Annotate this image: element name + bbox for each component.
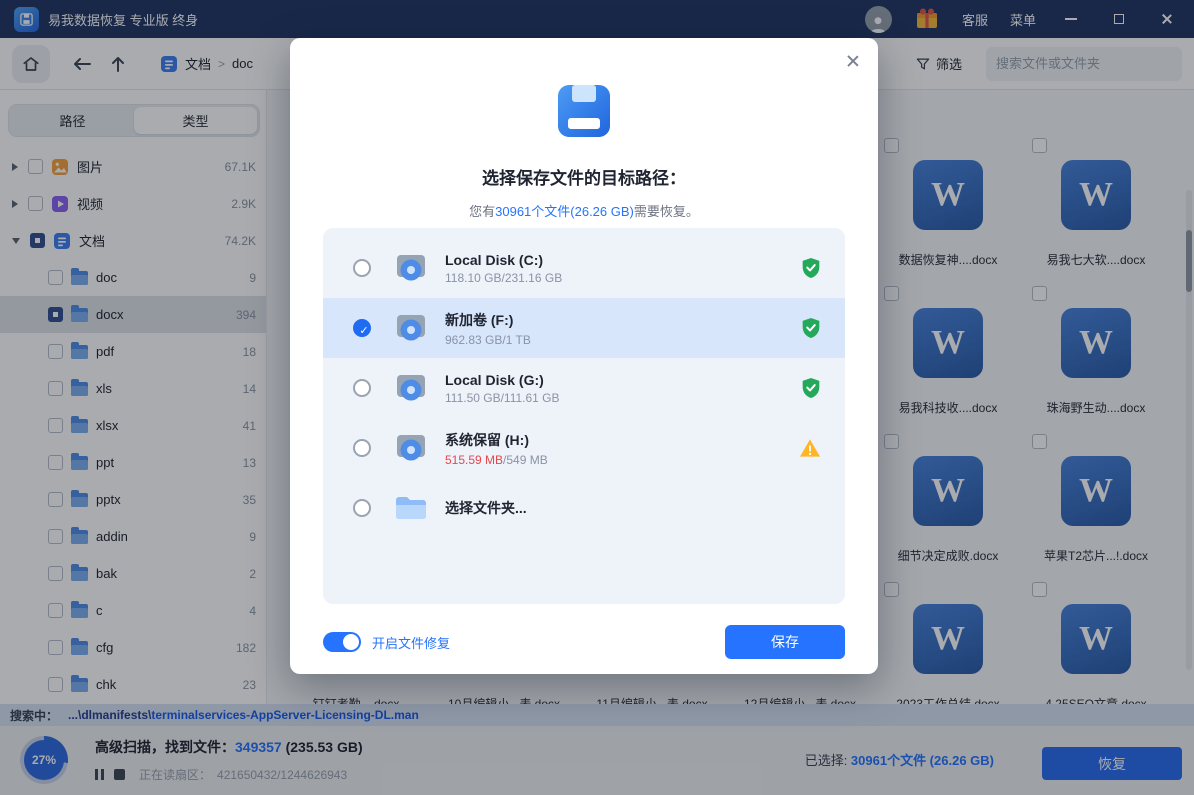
file-repair-label: 开启文件修复 (372, 633, 450, 652)
shield-ok-icon (801, 317, 821, 339)
dialog-footer: 开启文件修复 保存 (323, 622, 845, 662)
dialog-close-icon[interactable] (846, 54, 860, 68)
choose-folder-label: 选择文件夹... (445, 498, 527, 518)
radio-button[interactable] (353, 439, 371, 457)
radio-button-checked[interactable] (353, 319, 371, 337)
drive-capacity-used: 515.59 MB (445, 453, 503, 467)
drive-row-h[interactable]: 系统保留 (H:) 515.59 MB/549 MB (323, 418, 845, 478)
drive-icon (393, 313, 429, 343)
warning-icon (799, 438, 821, 458)
save-floppy-icon (555, 82, 613, 140)
drive-capacity: 111.50 GB/111.61 GB (445, 391, 560, 405)
shield-ok-icon (801, 377, 821, 399)
save-button[interactable]: 保存 (725, 625, 845, 659)
drive-row-f-selected[interactable]: 新加卷 (F:) 962.83 GB/1 TB (323, 298, 845, 358)
drive-list: Local Disk (C:) 118.10 GB/231.16 GB 新加卷 … (323, 228, 845, 604)
choose-folder-row[interactable]: 选择文件夹... (323, 478, 845, 538)
drive-row-g[interactable]: Local Disk (G:) 111.50 GB/111.61 GB (323, 358, 845, 418)
app-window: 易我数据恢复 专业版 终身 客服 菜单 文档 > doc (0, 0, 1194, 795)
radio-button[interactable] (353, 499, 371, 517)
drive-row-c[interactable]: Local Disk (C:) 118.10 GB/231.16 GB (323, 238, 845, 298)
file-repair-toggle[interactable] (323, 632, 361, 652)
subtitle-prefix: 您有 (469, 204, 495, 219)
dialog-subtitle: 您有30961个文件(26.26 GB)需要恢复。 (290, 201, 878, 220)
drive-icon (393, 433, 429, 463)
drive-name: Local Disk (C:) (445, 252, 562, 268)
drive-capacity: 118.10 GB/231.16 GB (445, 271, 562, 285)
drive-capacity-total: /549 MB (503, 453, 548, 467)
drive-name: 新加卷 (F:) (445, 310, 531, 330)
drive-capacity: 962.83 GB/1 TB (445, 333, 531, 347)
drive-icon (393, 373, 429, 403)
radio-button[interactable] (353, 379, 371, 397)
drive-name: 系统保留 (H:) (445, 430, 548, 450)
drive-icon (393, 253, 429, 283)
drive-capacity: 515.59 MB/549 MB (445, 453, 548, 467)
dialog-title: 选择保存文件的目标路径： (290, 164, 878, 189)
radio-button[interactable] (353, 259, 371, 277)
save-destination-dialog: 选择保存文件的目标路径： 您有30961个文件(26.26 GB)需要恢复。 L… (290, 38, 878, 674)
shield-ok-icon (801, 257, 821, 279)
folder-icon (393, 494, 429, 522)
drive-name: Local Disk (G:) (445, 372, 560, 388)
subtitle-highlight: 30961个文件(26.26 GB) (495, 204, 634, 219)
subtitle-suffix: 需要恢复。 (634, 204, 699, 219)
